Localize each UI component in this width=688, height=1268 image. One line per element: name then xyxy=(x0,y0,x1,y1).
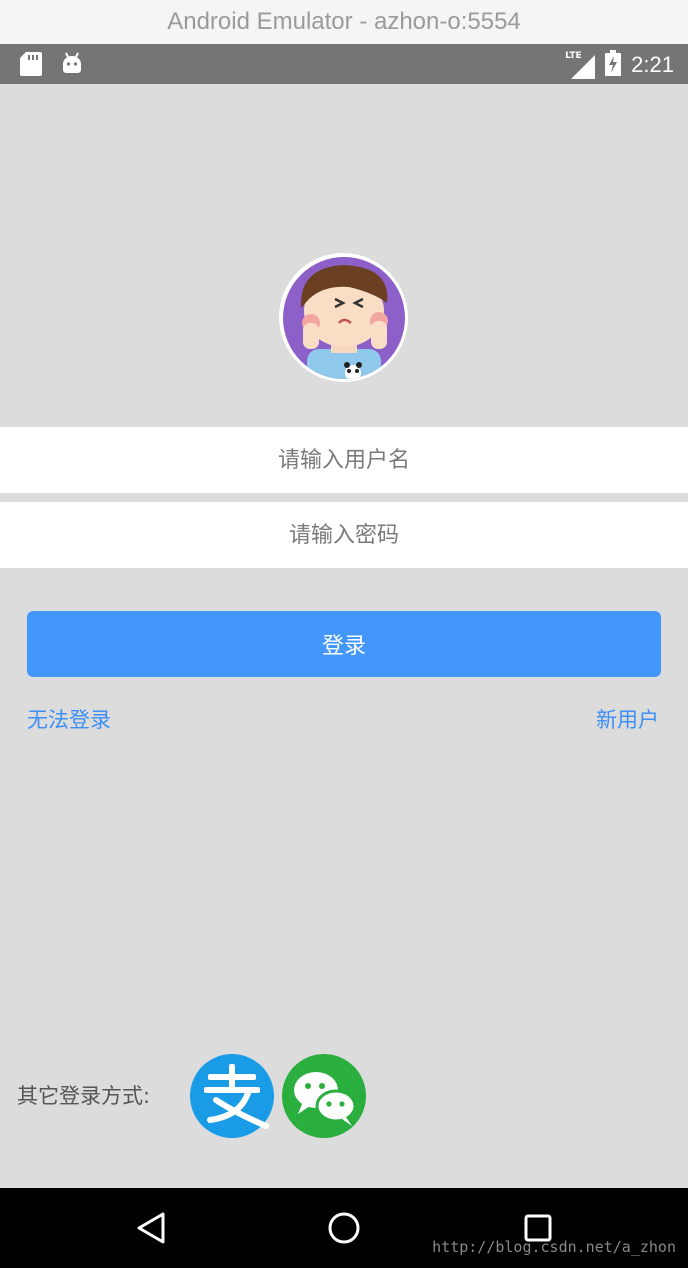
avatar xyxy=(279,253,408,382)
navigation-bar xyxy=(0,1188,688,1268)
login-button[interactable]: 登录 xyxy=(27,611,661,677)
network-type-label: LTE xyxy=(565,51,582,61)
password-field-container xyxy=(0,502,688,568)
cannot-login-link[interactable]: 无法登录 xyxy=(27,704,111,734)
back-icon[interactable] xyxy=(131,1208,171,1248)
wechat-icon[interactable] xyxy=(282,1054,366,1138)
android-icon xyxy=(60,52,84,80)
username-input[interactable] xyxy=(0,446,688,474)
username-field-container xyxy=(0,427,688,493)
home-icon[interactable] xyxy=(324,1208,364,1248)
battery-charging-icon xyxy=(605,50,622,80)
sd-card-icon xyxy=(20,52,42,80)
clock: 2:21 xyxy=(631,52,674,77)
window-title: Android Emulator - azhon-o:5554 xyxy=(167,8,521,35)
status-bar: LTE 2:21 xyxy=(0,44,688,84)
password-input[interactable] xyxy=(0,521,688,549)
signal-icon: LTE xyxy=(565,51,596,79)
watermark: http://blog.csdn.net/a_zhon xyxy=(432,1238,676,1256)
new-user-link[interactable]: 新用户 xyxy=(596,704,659,734)
other-login-label: 其它登录方式: xyxy=(17,1084,151,1108)
alipay-icon[interactable] xyxy=(190,1054,274,1138)
window-title-bar: Android Emulator - azhon-o:5554 xyxy=(0,0,688,45)
